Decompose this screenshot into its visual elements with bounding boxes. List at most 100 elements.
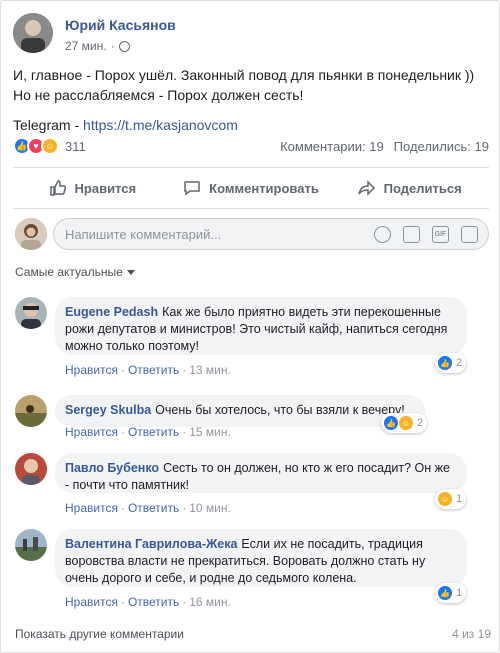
comment-item: Валентина Гаврилова-Жека Если их не посад… — [15, 529, 489, 611]
post-header: Юрий Касьянов 27 мин. · — [13, 13, 483, 57]
comment-reaction-count: 2 — [417, 417, 424, 429]
thumbs-up-icon — [49, 180, 66, 196]
comment-reactions[interactable]: 👍 ☺ 2 — [381, 413, 428, 433]
comment-meta: Нравится · Ответить · 10 мин. — [65, 501, 231, 515]
comment-like-link[interactable]: Нравится — [65, 595, 118, 609]
telegram-label: Telegram - — [13, 117, 84, 133]
comment-meta: Нравится · Ответить · 15 мин. — [65, 425, 231, 439]
comments-pager: 4 из 19 — [452, 627, 491, 641]
separator-dot: · — [120, 363, 125, 377]
comment-reply-link[interactable]: Ответить — [128, 425, 179, 439]
comment-reaction-count: 1 — [456, 493, 463, 505]
commenter-name[interactable]: Валентина Гаврилова-Жека — [65, 537, 237, 551]
commenter-name[interactable]: Павло Бубенко — [65, 461, 159, 475]
share-button-label: Поделиться — [383, 180, 462, 196]
reaction-count[interactable]: 311 — [65, 139, 86, 154]
current-user-avatar[interactable] — [15, 218, 47, 250]
separator-dot: · — [182, 501, 187, 515]
show-more-comments-link[interactable]: Показать другие комментарии — [15, 627, 184, 641]
comment-item: Павло Бубенко Сесть то он должен, но кто … — [15, 453, 489, 519]
like-reaction-icon: 👍 — [437, 355, 453, 371]
post-time[interactable]: 27 мин. — [65, 39, 107, 53]
composer-icons: GIF — [374, 226, 478, 243]
comment-text: Очень бы хотелось, что бы взяли к вечеру… — [155, 403, 405, 417]
haha-reaction-icon: ☺ — [398, 415, 414, 431]
author-name[interactable]: Юрий Касьянов — [65, 17, 176, 33]
divider — [13, 167, 489, 168]
like-reaction-icon: 👍 — [437, 585, 453, 601]
separator-dot: · — [120, 501, 125, 515]
comment-reply-link[interactable]: Ответить — [128, 595, 179, 609]
comment-meta: Нравится · Ответить · 16 мин. — [65, 595, 231, 609]
separator-dot: · — [182, 363, 187, 377]
comment-item: Sergey Skulba Очень бы хотелось, что бы в… — [15, 395, 489, 443]
separator-dot: · — [120, 425, 125, 439]
post-actions: Нравится Комментировать Поделиться — [13, 171, 489, 205]
haha-reaction-icon: ☺ — [41, 137, 59, 155]
emoji-icon[interactable] — [374, 226, 391, 243]
comment-time[interactable]: 15 мин. — [189, 425, 231, 439]
comment-item: Eugene Pedash Как же было приятно видеть … — [15, 297, 489, 379]
comment-sort-dropdown[interactable]: Самые актуальные — [15, 265, 135, 279]
post-text: И, главное - Порох ушёл. Законный повод … — [13, 65, 489, 135]
comments-count[interactable]: Комментарии: 19 — [280, 139, 384, 154]
comment-bubble: Sergey Skulba Очень бы хотелось, что бы в… — [55, 395, 425, 427]
separator-dot: · — [120, 595, 125, 609]
comment-icon — [184, 181, 200, 196]
share-icon — [357, 180, 375, 196]
comment-reply-link[interactable]: Ответить — [128, 501, 179, 515]
reaction-icons[interactable]: 👍 ♥ ☺ — [13, 137, 59, 155]
reaction-summary: 👍 ♥ ☺ 311 Комментарии: 19 Поделились: 19 — [13, 135, 489, 157]
comment-bubble: Валентина Гаврилова-Жека Если их не посад… — [55, 529, 467, 587]
globe-icon[interactable] — [118, 40, 130, 52]
separator-dot: · — [110, 39, 115, 53]
comment-reply-link[interactable]: Ответить — [128, 363, 179, 377]
commenter-avatar[interactable] — [15, 529, 47, 561]
commenter-avatar[interactable] — [15, 297, 47, 329]
facebook-post: Юрий Касьянов 27 мин. · И, главное - Пор… — [0, 0, 500, 653]
commenter-avatar[interactable] — [15, 395, 47, 427]
comments-footer: Показать другие комментарии 4 из 19 — [15, 627, 491, 641]
commenter-avatar[interactable] — [15, 453, 47, 485]
comment-meta: Нравится · Ответить · 13 мин. — [65, 363, 231, 377]
sort-label: Самые актуальные — [15, 265, 123, 279]
telegram-line: Telegram - https://t.me/kasjanovcom — [13, 115, 489, 135]
comment-bubble: Павло Бубенко Сесть то он должен, но кто … — [55, 453, 467, 493]
comment-button-label: Комментировать — [209, 180, 319, 196]
separator-dot: · — [182, 425, 187, 439]
comment-input[interactable]: Напишите комментарий... GIF — [53, 218, 489, 250]
like-reaction-icon: 👍 — [383, 415, 399, 431]
comment-reactions[interactable]: 👍 2 — [435, 353, 467, 373]
shares-count[interactable]: Поделились: 19 — [394, 139, 489, 154]
comment-button[interactable]: Комментировать — [172, 171, 331, 205]
author-avatar[interactable] — [13, 13, 53, 53]
comment-like-link[interactable]: Нравится — [65, 363, 118, 377]
like-button-label: Нравится — [74, 180, 137, 196]
post-text-line: Но не расслабляемся - Порох должен сесть… — [13, 87, 304, 103]
like-button[interactable]: Нравится — [13, 171, 172, 205]
comment-input-placeholder: Напишите комментарий... — [65, 226, 222, 242]
sticker-icon[interactable] — [461, 226, 478, 243]
comment-composer: Напишите комментарий... GIF — [13, 216, 489, 252]
comment-time[interactable]: 16 мин. — [189, 595, 231, 609]
post-meta: 27 мин. · — [65, 39, 130, 53]
divider — [13, 208, 489, 209]
comment-reactions[interactable]: 👍 1 — [435, 583, 467, 603]
commenter-name[interactable]: Sergey Skulba — [65, 403, 151, 417]
separator-dot: · — [182, 595, 187, 609]
commenter-name[interactable]: Eugene Pedash — [65, 305, 158, 319]
caret-down-icon — [126, 269, 135, 275]
camera-icon[interactable] — [403, 226, 420, 243]
share-button[interactable]: Поделиться — [330, 171, 489, 205]
post-text-line: И, главное - Порох ушёл. Законный повод … — [13, 67, 475, 83]
comment-time[interactable]: 13 мин. — [189, 363, 231, 377]
comment-like-link[interactable]: Нравится — [65, 425, 118, 439]
comment-reactions[interactable]: ☺ 1 — [435, 489, 467, 509]
comment-time[interactable]: 10 мин. — [189, 501, 231, 515]
comment-like-link[interactable]: Нравится — [65, 501, 118, 515]
gif-icon[interactable]: GIF — [432, 226, 449, 243]
haha-reaction-icon: ☺ — [437, 491, 453, 507]
comment-reaction-count: 1 — [456, 587, 463, 599]
comment-bubble: Eugene Pedash Как же было приятно видеть … — [55, 297, 467, 355]
telegram-link[interactable]: https://t.me/kasjanovcom — [83, 117, 238, 133]
